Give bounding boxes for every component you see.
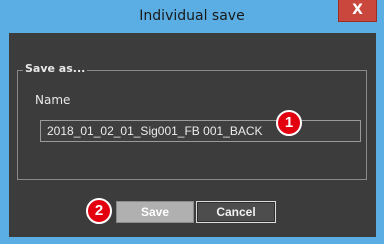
callout-marker-2: 2 xyxy=(86,198,112,224)
close-icon: X xyxy=(352,2,363,18)
name-input[interactable] xyxy=(40,120,361,142)
save-button[interactable]: Save xyxy=(116,201,194,223)
window-title: Individual save xyxy=(139,8,245,24)
save-as-group: Save as... Name xyxy=(17,62,367,180)
close-button[interactable]: X xyxy=(338,0,377,22)
name-label: Name xyxy=(35,93,71,107)
cancel-button[interactable]: Cancel xyxy=(196,201,276,223)
dialog-body: Save as... Name 1 2 Save Cancel xyxy=(9,33,376,237)
title-bar[interactable]: Individual save X xyxy=(0,0,384,33)
group-title: Save as... xyxy=(23,62,88,75)
dialog-window: Individual save X Save as... Name 1 2 Sa… xyxy=(0,0,384,244)
callout-marker-1: 1 xyxy=(276,110,302,136)
